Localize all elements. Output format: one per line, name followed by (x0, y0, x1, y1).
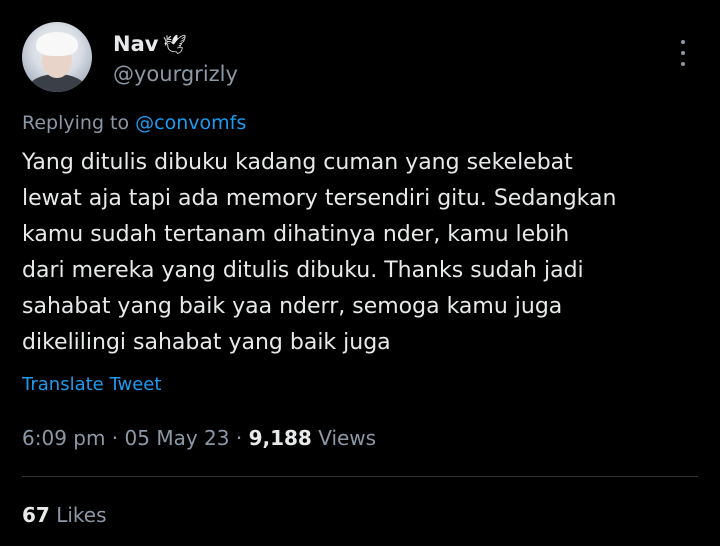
likes-label: Likes (56, 503, 107, 527)
tweet-meta: 6:09 pm · 05 May 23 · 9,188 Views (22, 426, 376, 450)
tweet-time[interactable]: 6:09 pm (22, 426, 105, 450)
more-options-icon[interactable] (678, 40, 688, 66)
avatar-hair (36, 32, 78, 56)
dove-icon: 🕊 (162, 33, 187, 56)
more-dot (681, 62, 685, 66)
reply-mention-link[interactable]: @convomfs (135, 112, 246, 134)
avatar[interactable] (22, 22, 92, 92)
translate-tweet-link[interactable]: Translate Tweet (22, 374, 161, 395)
views-label: Views (318, 426, 377, 450)
views-count: 9,188 (248, 426, 312, 450)
more-dot (681, 51, 685, 55)
meta-separator: · (105, 426, 125, 450)
replying-prefix: Replying to (22, 112, 130, 134)
divider (22, 476, 698, 477)
meta-separator: · (229, 426, 249, 450)
tweet-date[interactable]: 05 May 23 (125, 426, 230, 450)
likes-link[interactable]: 67 Likes (22, 503, 107, 527)
author-names: Nav 🕊 @yourgrizly (113, 32, 238, 86)
author-handle[interactable]: @yourgrizly (113, 62, 238, 86)
more-dot (681, 40, 685, 44)
tweet-header: Nav 🕊 @yourgrizly (22, 22, 698, 92)
replying-to: Replying to @convomfs (22, 112, 246, 134)
author-display-name-text[interactable]: Nav (113, 32, 158, 56)
tweet-text: Yang ditulis dibuku kadang cuman yang se… (22, 150, 617, 355)
likes-count: 67 (22, 503, 50, 527)
author-display-name[interactable]: Nav 🕊 (113, 32, 238, 56)
